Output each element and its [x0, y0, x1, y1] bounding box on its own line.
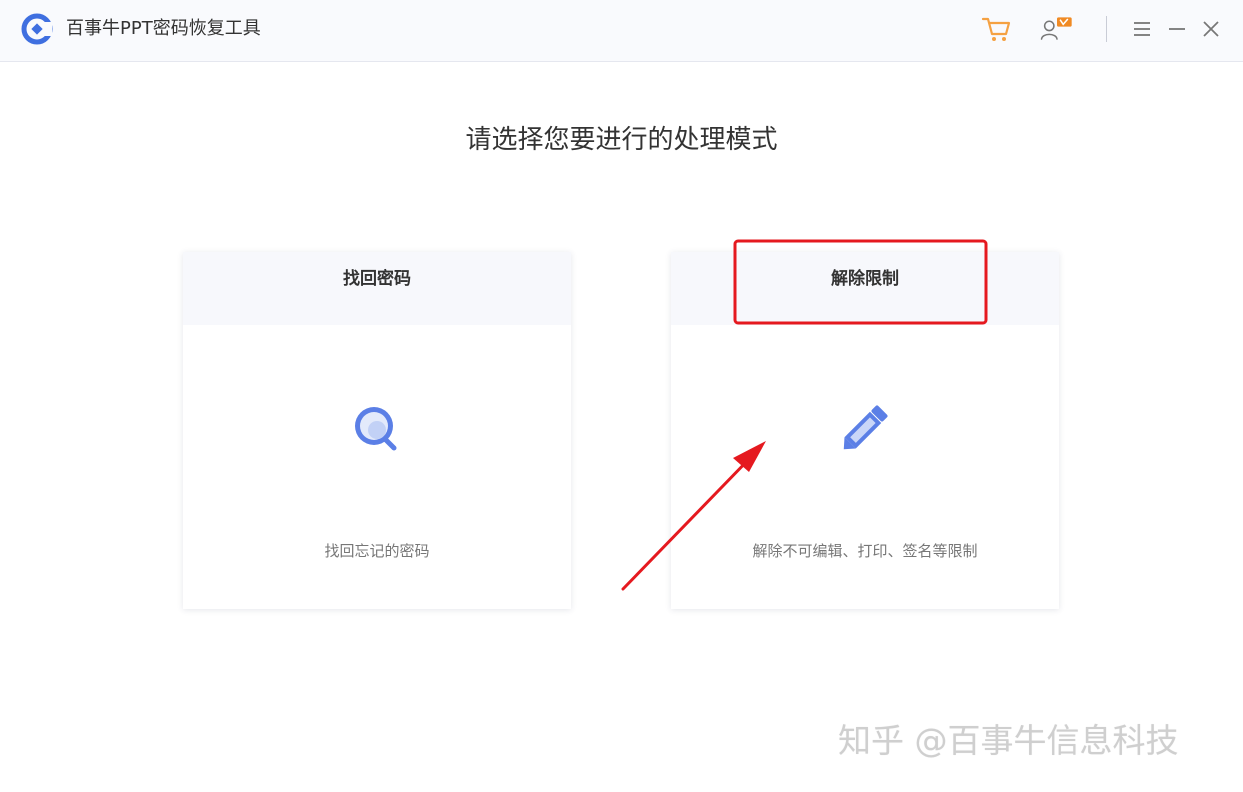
card-title: 解除限制	[831, 269, 899, 289]
app-logo-icon	[21, 13, 53, 45]
toolbar-divider	[1106, 16, 1107, 42]
user-vip-icon[interactable]	[1040, 12, 1074, 46]
card-description: 解除不可编辑、打印、签名等限制	[752, 542, 978, 560]
cart-icon[interactable]	[979, 12, 1013, 46]
menu-icon[interactable]	[1130, 17, 1154, 41]
card-description: 找回忘记的密码	[324, 542, 430, 560]
remove-restrictions-card[interactable]: 解除限制 解除不可编辑、打印、签名等限制	[671, 252, 1059, 609]
magnifier-icon	[355, 407, 397, 451]
page-heading: 请选择您要进行的处理模式	[465, 125, 778, 155]
recover-password-card[interactable]: 找回密码 找回忘记的密码	[183, 252, 571, 609]
card-header: 找回密码	[183, 252, 571, 325]
pencil-icon	[843, 405, 888, 450]
app-title: 百事牛PPT密码恢复工具	[66, 18, 261, 39]
close-icon[interactable]	[1199, 17, 1223, 41]
minimize-icon[interactable]	[1165, 17, 1189, 41]
watermark: 知乎 @百事牛信息科技	[838, 721, 1179, 760]
card-header: 解除限制	[671, 252, 1059, 325]
title-bar: 百事牛PPT密码恢复工具	[0, 0, 1243, 62]
card-title: 找回密码	[343, 269, 411, 289]
